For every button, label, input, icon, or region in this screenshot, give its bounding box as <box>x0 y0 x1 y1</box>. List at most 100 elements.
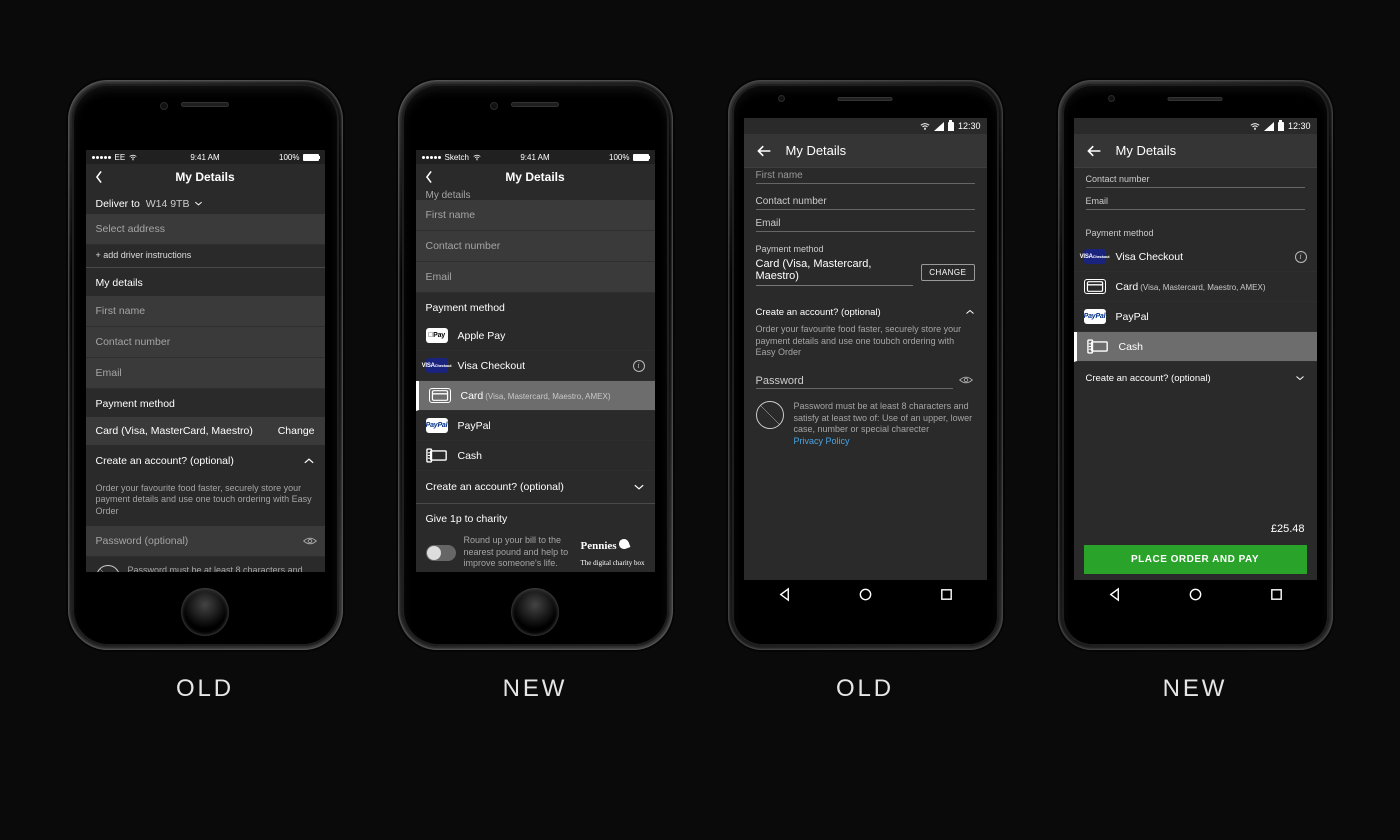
contact-number-field[interactable] <box>86 327 325 358</box>
contact-number-field[interactable]: Contact number <box>744 190 987 212</box>
deliver-label: Deliver to <box>96 198 140 210</box>
contact-number-field[interactable] <box>416 231 655 262</box>
card-icon <box>429 388 451 403</box>
comparison-stage: EE 9:41 AM 100% My Details Deliver to W <box>0 0 1400 840</box>
carrier-label: EE <box>115 153 126 162</box>
select-address-input[interactable] <box>86 214 325 245</box>
cash-icon <box>1087 339 1109 354</box>
payment-value: Card (Visa, Mastercard, Maestro) <box>756 258 914 286</box>
info-icon[interactable]: i <box>1295 251 1307 263</box>
pay-label: Visa Checkout <box>458 360 526 372</box>
battery-icon <box>303 154 319 161</box>
create-account-toggle[interactable]: Create an account? (optional) <box>744 294 987 320</box>
nav-back-icon[interactable] <box>777 587 792 602</box>
carrier-label: Sketch <box>445 153 469 162</box>
pay-label: Visa Checkout <box>1116 251 1184 263</box>
change-button[interactable]: CHANGE <box>921 264 974 281</box>
email-field[interactable]: Email <box>744 212 987 234</box>
status-time: 12:30 <box>1288 121 1311 131</box>
caption-old: OLD <box>836 675 894 703</box>
eye-icon[interactable] <box>303 534 317 548</box>
first-name-field[interactable] <box>416 200 655 231</box>
battery-percent: 100% <box>609 153 629 162</box>
chevron-up-icon <box>965 306 975 318</box>
payment-card-row[interactable]: Card (Visa, MasterCard, Maestro) Change <box>86 417 325 445</box>
password-field[interactable]: Password <box>744 367 987 391</box>
contact-number-field[interactable]: Contact number <box>1074 168 1317 190</box>
privacy-policy-link[interactable]: Privacy Policy <box>794 436 850 446</box>
pay-label: Cash <box>458 450 483 462</box>
deliver-value: W14 9TB <box>146 198 190 210</box>
chevron-down-icon <box>633 481 645 493</box>
change-link[interactable]: Change <box>278 425 315 437</box>
charity-toggle[interactable] <box>426 545 456 561</box>
caption-new: NEW <box>1163 675 1228 703</box>
email-field[interactable] <box>416 262 655 293</box>
create-account-toggle[interactable]: Create an account? (optional) <box>416 471 655 503</box>
password-rules: Password must be at least 8 characters a… <box>794 401 975 448</box>
pay-option-card[interactable]: Card(Visa, Mastercard, Maestro, AMEX) <box>416 381 655 411</box>
pay-label: Cash <box>1119 341 1144 353</box>
back-icon[interactable] <box>94 170 104 184</box>
pay-option-apple-pay[interactable]: Pay Apple Pay <box>416 321 655 351</box>
pay-option-visa-checkout[interactable]: VISACheckout Visa Checkout i <box>1074 242 1317 272</box>
first-name-field[interactable]: First name <box>744 168 987 190</box>
pay-option-paypal[interactable]: PayPal PayPal <box>416 411 655 441</box>
wifi-icon <box>1250 122 1260 131</box>
place-order-button[interactable]: PLACE ORDER AND PAY <box>1084 545 1307 574</box>
status-time: 12:30 <box>958 121 981 131</box>
nav-recents-icon[interactable] <box>939 587 954 602</box>
signal-icon <box>934 122 944 131</box>
android-appbar: My Details <box>1074 134 1317 168</box>
nav-home-icon[interactable] <box>858 587 873 602</box>
first-name-field[interactable] <box>86 296 325 327</box>
chevron-up-icon <box>303 455 315 467</box>
deliver-to-row[interactable]: Deliver to W14 9TB <box>86 190 325 214</box>
pay-option-cash[interactable]: Cash <box>416 441 655 471</box>
create-account-toggle[interactable]: Create an account? (optional) <box>1074 362 1317 394</box>
email-field[interactable] <box>86 358 325 389</box>
status-time: 9:41 AM <box>190 153 219 162</box>
info-icon[interactable]: i <box>633 360 645 372</box>
ios-status-bar: Sketch 9:41 AM 100% <box>416 150 655 164</box>
email-field[interactable]: Email <box>1074 190 1317 212</box>
wifi-icon <box>473 154 481 161</box>
apple-pay-icon: Pay <box>426 328 448 343</box>
battery-icon <box>948 122 954 131</box>
pay-option-cash[interactable]: Cash <box>1074 332 1317 362</box>
pay-option-card[interactable]: Card(Visa, Mastercard, Maestro, AMEX) <box>1074 272 1317 302</box>
ios-navbar: My Details <box>86 164 325 190</box>
battery-percent: 100% <box>279 153 299 162</box>
pay-label: Apple Pay <box>458 330 506 342</box>
nav-home-icon[interactable] <box>1188 587 1203 602</box>
iphone-old: EE 9:41 AM 100% My Details Deliver to W <box>68 80 343 650</box>
password-field[interactable] <box>86 526 325 557</box>
card-icon <box>1084 279 1106 294</box>
page-title: My Details <box>175 170 234 184</box>
create-account-label: Create an account? (optional) <box>96 455 234 467</box>
back-icon[interactable] <box>424 170 434 184</box>
card-label: Card (Visa, MasterCard, Maestro) <box>96 425 253 437</box>
payment-selector[interactable]: Card (Visa, Mastercard, Maestro) CHANGE <box>744 258 987 294</box>
section-payment: Payment method <box>416 293 655 321</box>
nav-back-icon[interactable] <box>1107 587 1122 602</box>
charity-title: Give 1p to charity <box>416 504 655 529</box>
section-my-details: My details <box>86 268 325 296</box>
back-icon[interactable] <box>1086 144 1102 158</box>
iphone-new: Sketch 9:41 AM 100% My Details My detail… <box>398 80 673 650</box>
pay-option-visa-checkout[interactable]: VISACheckout Visa Checkout i <box>416 351 655 381</box>
back-icon[interactable] <box>756 144 772 158</box>
android-status-bar: 12:30 <box>744 118 987 134</box>
brand-logo-icon <box>96 565 120 572</box>
pay-option-paypal[interactable]: PayPal PayPal <box>1074 302 1317 332</box>
create-account-help: Order your favourite food faster, secure… <box>86 475 325 526</box>
cash-icon <box>426 448 448 463</box>
nav-recents-icon[interactable] <box>1269 587 1284 602</box>
caption-new: NEW <box>503 675 568 703</box>
create-account-toggle[interactable]: Create an account? (optional) <box>86 445 325 475</box>
add-driver-instructions[interactable]: + add driver instructions <box>86 245 325 267</box>
android-appbar: My Details <box>744 134 987 168</box>
charity-row: Round up your bill to the nearest pound … <box>416 529 655 572</box>
eye-icon[interactable] <box>959 373 973 387</box>
pay-label: PayPal <box>458 420 491 432</box>
